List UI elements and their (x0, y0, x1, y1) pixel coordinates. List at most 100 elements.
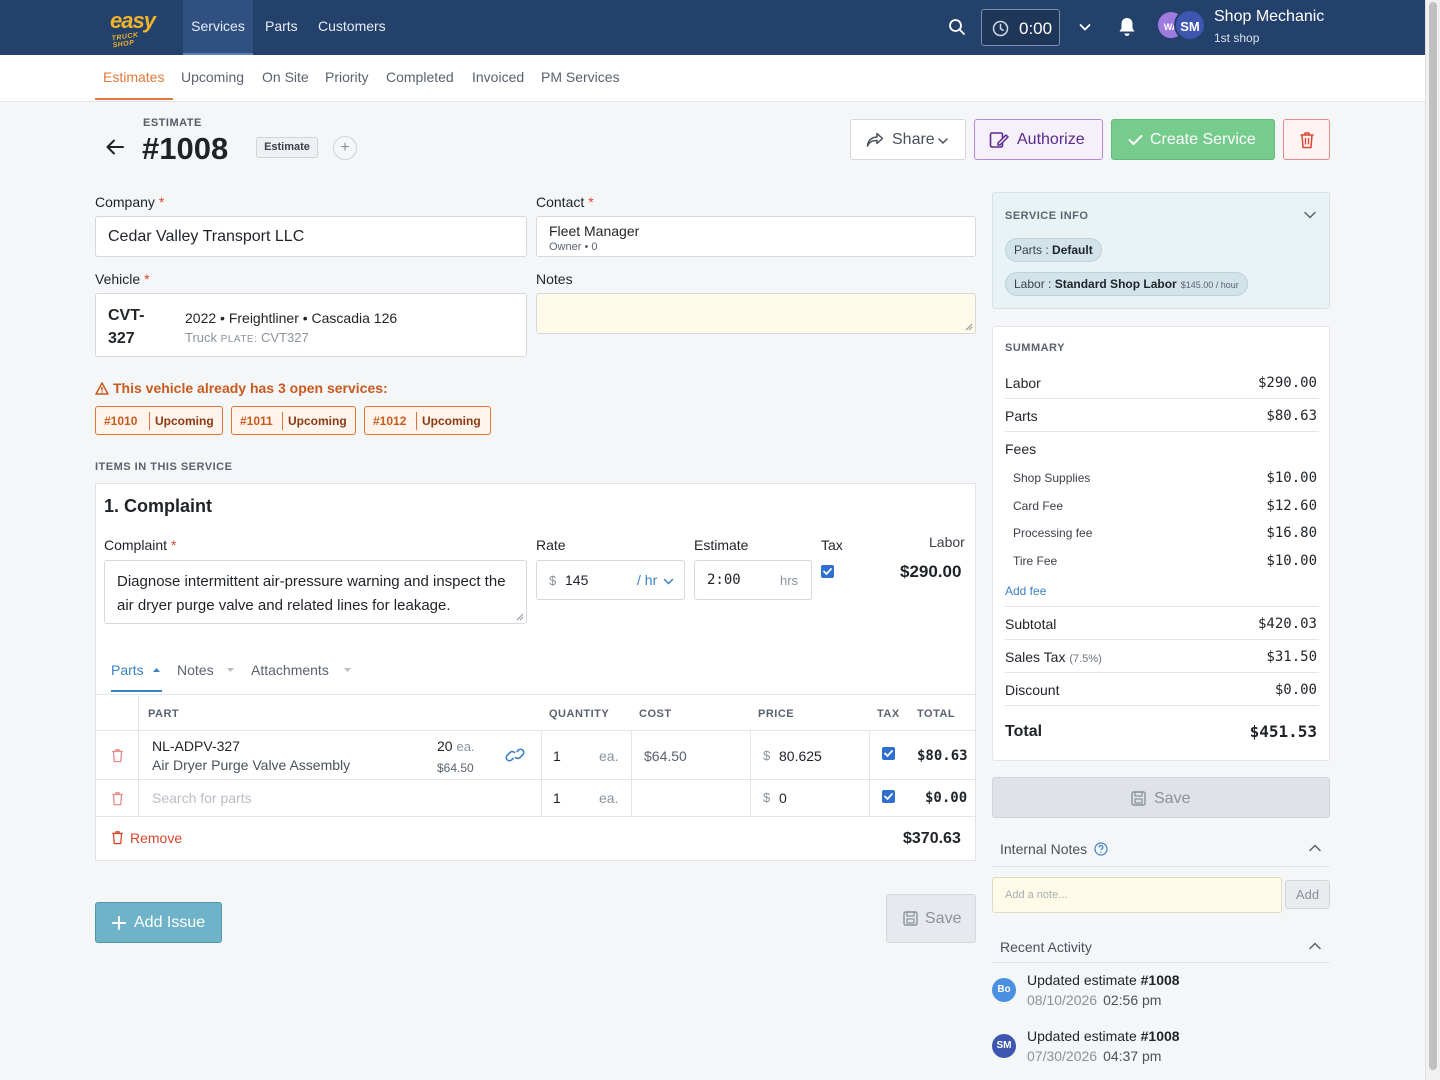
chevron-down-icon[interactable] (1303, 210, 1317, 220)
caret-down-icon[interactable] (226, 667, 235, 674)
tab-on-site[interactable]: On Site (262, 69, 309, 85)
trash-icon[interactable] (111, 791, 124, 806)
chevron-up-icon[interactable] (1308, 941, 1322, 951)
tab-priority[interactable]: Priority (325, 69, 369, 85)
estimate-hours-input[interactable]: 2:00 hrs (694, 560, 812, 600)
tab-completed[interactable]: Completed (386, 69, 454, 85)
divider (1005, 606, 1319, 607)
price-input[interactable]: 0 (779, 790, 787, 806)
price-input[interactable]: 80.625 (779, 748, 822, 764)
open-service-chip[interactable]: #1011 Upcoming (231, 406, 356, 435)
link-icon[interactable] (505, 747, 525, 763)
scrollbar-thumb[interactable] (1429, 2, 1437, 1070)
parts-pricing-pill[interactable]: Parts : Default (1005, 238, 1102, 262)
complaint-textarea[interactable]: Diagnose intermittent air-pressure warni… (104, 560, 527, 624)
add-note-button[interactable]: Add (1285, 880, 1330, 909)
status-badge: Estimate (256, 137, 318, 158)
nav-customers[interactable]: Customers (318, 0, 386, 55)
open-service-chip[interactable]: #1012 Upcoming (364, 406, 491, 435)
contact-label: Contact * (536, 194, 594, 210)
divider (138, 695, 139, 816)
nav-parts[interactable]: Parts (265, 0, 298, 55)
help-circle-icon[interactable] (1094, 842, 1108, 856)
vehicle-field[interactable]: CVT-327 2022 • Freightliner • Cascadia 1… (95, 293, 527, 357)
add-issue-button[interactable]: Add Issue (95, 902, 222, 943)
chevron-up-icon[interactable] (1308, 843, 1322, 853)
share-button[interactable]: Share (850, 119, 966, 160)
col-total: TOTAL (917, 708, 956, 720)
summary-labor-value: $290.00 (1257, 375, 1317, 391)
user-shop: 1st shop (1214, 31, 1260, 45)
open-service-chip[interactable]: #1010 Upcoming (95, 406, 223, 435)
chevron-down-icon[interactable] (1078, 20, 1092, 34)
save-label: Save (925, 910, 962, 927)
activity-text: Updated estimate #1008 (1027, 1028, 1180, 1044)
tab-upcoming[interactable]: Upcoming (181, 69, 244, 85)
sales-tax-label: Sales Tax (7.5%) (1005, 649, 1102, 665)
tab-estimates[interactable]: Estimates (103, 69, 164, 85)
save-button[interactable]: Save (886, 894, 976, 943)
part-number[interactable]: NL-ADPV-327 (152, 738, 240, 754)
user-name[interactable]: Shop Mechanic (1214, 8, 1324, 26)
labor-tax-checkbox[interactable] (821, 565, 834, 578)
avatar[interactable]: SM (1174, 9, 1206, 41)
vehicle-plate: Truck PLATE: CVT327 (185, 330, 309, 345)
tab-invoiced[interactable]: Invoiced (472, 69, 524, 85)
authorize-button[interactable]: Authorize (974, 119, 1103, 160)
add-fee-link[interactable]: Add fee (1005, 584, 1046, 598)
contact-field[interactable]: Fleet Manager Owner • 0 (536, 216, 976, 257)
quantity-unit: ea. (599, 790, 619, 806)
check-icon (1128, 135, 1143, 145)
company-field[interactable]: Cedar Valley Transport LLC (95, 216, 527, 257)
delete-estimate-button[interactable] (1283, 119, 1330, 160)
tab-attachments[interactable]: Attachments (251, 662, 329, 678)
discount-value[interactable]: $0.00 (1275, 682, 1317, 698)
chevron-down-icon[interactable] (663, 577, 674, 586)
fee-label: Shop Supplies (1013, 471, 1091, 485)
part-tax-checkbox[interactable] (882, 790, 895, 803)
nav-services[interactable]: Services (183, 0, 253, 55)
trash-icon[interactable] (111, 748, 124, 763)
total-value: $451.53 (1249, 722, 1317, 741)
trash-icon (1300, 132, 1314, 149)
notes-label: Notes (536, 271, 573, 287)
total-label: Total (1005, 723, 1043, 740)
labor-rate-pill[interactable]: Labor : Standard Shop Labor $145.00 / hou… (1005, 272, 1248, 296)
bell-icon[interactable] (1117, 16, 1137, 38)
col-cost: COST (639, 708, 672, 720)
tab-parts[interactable]: Parts (111, 662, 144, 678)
easy-truck-shop-logo[interactable]: easy TRUCK SHOP (108, 8, 162, 49)
page-scrollbar[interactable] (1425, 0, 1440, 1080)
quantity-input[interactable]: 1 (553, 748, 561, 764)
rate-value: 145 (565, 572, 589, 588)
notes-textarea[interactable] (536, 293, 976, 334)
vehicle-description: 2022 • Freightliner • Cascadia 126 (185, 310, 398, 326)
fee-label: Processing fee (1013, 526, 1093, 540)
quantity-input[interactable]: 1 (553, 790, 561, 806)
tab-notes[interactable]: Notes (177, 662, 214, 678)
remove-issue-button[interactable]: Remove (111, 830, 182, 846)
cost-input[interactable]: $64.50 (644, 748, 687, 764)
vehicle-label: Vehicle * (95, 271, 150, 287)
search-icon[interactable] (948, 18, 966, 36)
caret-down-icon[interactable] (343, 667, 352, 674)
estimate-kicker: ESTIMATE (143, 117, 202, 129)
resize-handle-icon[interactable] (516, 613, 524, 621)
internal-note-input[interactable]: Add a note... (992, 877, 1282, 913)
create-service-button[interactable]: Create Service (1111, 119, 1275, 160)
save-summary-button[interactable]: Save (992, 777, 1330, 818)
part-search-input[interactable]: Search for parts (152, 790, 252, 806)
divider (541, 731, 542, 816)
part-tax-checkbox[interactable] (882, 747, 895, 760)
tab-pm-services[interactable]: PM Services (541, 69, 620, 85)
resize-handle-icon[interactable] (965, 323, 973, 331)
caret-up-icon[interactable] (152, 666, 161, 673)
divider (1005, 672, 1319, 673)
back-arrow-icon[interactable] (105, 138, 125, 156)
service-info-title: SERVICE INFO (1005, 210, 1089, 222)
rate-input[interactable]: $ 145 / hr (536, 560, 685, 600)
timer-value: 0:00 (1019, 19, 1053, 38)
rate-unit-select[interactable]: / hr (637, 572, 657, 588)
add-tag-button[interactable]: + (333, 136, 357, 160)
time-clock-button[interactable]: 0:00 (981, 9, 1060, 46)
